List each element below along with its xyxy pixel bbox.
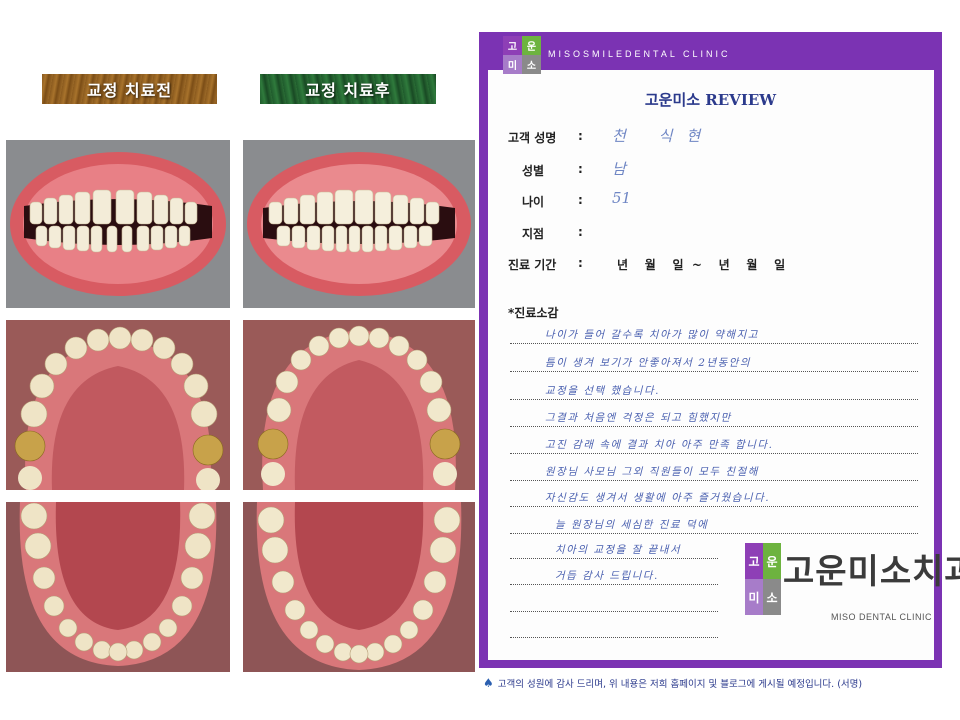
logo-square-go: 고: [745, 543, 763, 579]
remarks-text-line: 늘 원장님의 세심한 진료 덕에: [555, 519, 709, 531]
logo-square-un: 운: [763, 543, 781, 579]
field-value-name: 천 식현: [612, 127, 715, 145]
field-label-gender: 성별: [522, 164, 545, 178]
remarks-text-line: 교정을 선택 했습니다.: [545, 385, 660, 397]
remarks-line: [510, 584, 718, 585]
remarks-title: *진료소감: [508, 306, 559, 320]
remarks-text-line: 치아의 교정을 잘 끝내서: [555, 544, 682, 556]
header-logo-square-so: 소: [522, 55, 541, 74]
remarks-line: [510, 343, 918, 344]
remarks-line: [510, 453, 918, 454]
before-lower-arch-photo: [6, 502, 230, 672]
remarks-line: [510, 426, 918, 427]
after-lower-arch-photo: [243, 502, 475, 672]
footer-note: ♠ 고객의 성원에 감사 드리며, 위 내용은 저희 홈페이지 및 블로그에 게시…: [483, 676, 862, 690]
field-colon: :: [578, 129, 583, 143]
field-label-age: 나이: [522, 195, 545, 209]
spade-icon: ♠: [483, 676, 494, 690]
clinic-name-korean: 고운미소치과: [783, 552, 960, 592]
field-colon: :: [578, 225, 583, 239]
before-frontal-photo: [6, 140, 230, 308]
before-upper-arch-photo: [6, 320, 230, 490]
remarks-line: [510, 637, 718, 638]
field-colon: :: [578, 193, 583, 207]
field-colon: :: [578, 256, 583, 270]
field-label-period: 진료 기간: [508, 258, 557, 272]
remarks-text-line: 원장님 사모님 그외 직원들이 모두 친절해: [545, 466, 759, 478]
after-upper-arch-photo: [243, 320, 475, 490]
header-logo-square-mi: 미: [503, 55, 522, 74]
treatment-period-text: 년 월 일 ~ 년 월 일: [617, 258, 786, 272]
field-colon: :: [578, 162, 583, 176]
clinic-header-text: MISOSMILEDENTAL CLINIC: [548, 49, 731, 59]
header-logo-square-go: 고: [503, 36, 522, 55]
field-value-age: 51: [612, 189, 632, 207]
footer-note-text: 고객의 성원에 감사 드리며, 위 내용은 저희 홈페이지 및 블로그에 게시될…: [497, 679, 863, 690]
remarks-line: [510, 533, 918, 534]
remarks-line: [510, 611, 718, 612]
remarks-text-line: 그결과 처음엔 걱정은 되고 힘했지만: [545, 412, 732, 424]
after-frontal-photo: [243, 140, 475, 308]
field-value-gender: 남: [612, 160, 626, 178]
after-treatment-label: 교정 치료후: [260, 74, 436, 104]
remarks-text-line: 고진 감래 속에 결과 치아 아주 만족 합니다.: [545, 439, 774, 451]
logo-square-mi: 미: [745, 579, 763, 615]
remarks-text-line: 자신감도 생겨서 생활에 아주 즐거웠습니다.: [545, 492, 771, 504]
review-title: 고운미소 REVIEW: [644, 91, 777, 109]
remarks-line: [510, 558, 718, 559]
logo-square-so: 소: [763, 579, 781, 615]
remarks-text-line: 거듭 감사 드립니다.: [555, 570, 659, 582]
clinic-name-english: MISO DENTAL CLINIC: [831, 612, 933, 622]
remarks-text-line: 틈이 생겨 보기가 안좋아져서 2년동안의: [545, 357, 752, 369]
remarks-line: [510, 480, 918, 481]
remarks-line: [510, 371, 918, 372]
remarks-line: [510, 399, 918, 400]
field-label-branch: 지점: [522, 227, 545, 241]
field-label-name: 고객 성명: [508, 131, 557, 145]
remarks-text-line: 나이가 들어 갈수록 치아가 많이 약해지고: [545, 329, 759, 341]
header-logo-square-un: 운: [522, 36, 541, 55]
remarks-line: [510, 506, 918, 507]
before-treatment-label: 교정 치료전: [42, 74, 217, 104]
